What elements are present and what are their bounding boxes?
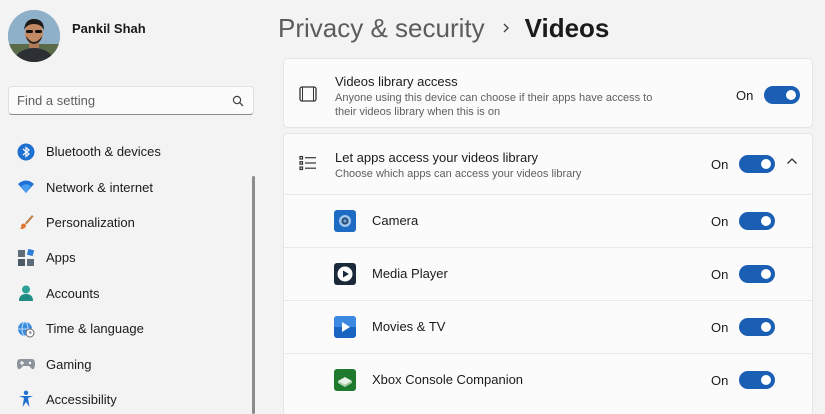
- breadcrumb: Privacy & security Videos: [278, 10, 609, 46]
- sidebar-item-network-internet[interactable]: Network & internet: [8, 169, 254, 204]
- apps-access-toggle[interactable]: [739, 155, 775, 173]
- search-input[interactable]: [17, 93, 231, 108]
- breadcrumb-parent[interactable]: Privacy & security: [278, 13, 485, 44]
- sidebar-item-time-language[interactable]: Time & language: [8, 311, 254, 346]
- app-state: On: [711, 373, 729, 388]
- page-title: Videos: [524, 12, 610, 43]
- camera-toggle[interactable]: [739, 212, 775, 230]
- sidebar-item-label: Network & internet: [46, 179, 153, 195]
- profile-name: Pankil Shah: [72, 20, 146, 36]
- sidebar-item-label: Accounts: [46, 285, 100, 301]
- wifi-icon: [16, 177, 36, 197]
- profile[interactable]: Pankil Shah: [8, 10, 146, 62]
- sidebar-item-label: Apps: [46, 250, 76, 266]
- app-state: On: [711, 214, 729, 229]
- app-row-movies-tv: Movies & TV On: [284, 301, 812, 353]
- bluetooth-icon: [16, 142, 36, 162]
- videos-library-access-description-1: Anyone using this device can choose if t…: [335, 92, 653, 104]
- sidebar-item-label: Bluetooth & devices: [46, 144, 161, 160]
- app-name: Xbox Console Companion: [372, 372, 524, 387]
- chevron-right-icon: [501, 21, 511, 35]
- media-player-app-icon: [334, 263, 356, 285]
- sidebar-item-bluetooth-devices[interactable]: Bluetooth & devices: [8, 134, 254, 169]
- apps-access-header[interactable]: Let apps access your videos library Choo…: [284, 134, 812, 194]
- search-icon[interactable]: [231, 94, 245, 108]
- sidebar-item-gaming[interactable]: Gaming: [8, 346, 254, 381]
- brush-icon: [16, 212, 36, 232]
- videos-library-access-description-2: their videos library when this is on: [335, 106, 501, 118]
- app-row-media-player: Media Player On: [284, 248, 812, 300]
- sidebar-item-label: Time & language: [46, 321, 144, 337]
- movies-tv-app-icon: [334, 316, 356, 338]
- sidebar-item-accessibility[interactable]: Accessibility: [8, 382, 254, 414]
- sidebar-scrollbar[interactable]: [252, 176, 255, 414]
- sidebar-item-personalization[interactable]: Personalization: [8, 205, 254, 240]
- accessibility-icon: [16, 389, 36, 409]
- sidebar-item-accounts[interactable]: Accounts: [8, 276, 254, 311]
- videos-library-access-card: Videos library access Anyone using this …: [283, 58, 813, 128]
- videos-library-icon: [299, 86, 317, 102]
- list-icon: [299, 155, 317, 171]
- sidebar-item-apps[interactable]: Apps: [8, 240, 254, 275]
- sidebar-nav: Bluetooth & devices Network & internet P…: [8, 134, 254, 414]
- videos-library-access-title: Videos library access: [335, 74, 458, 89]
- videos-library-access-state: On: [736, 88, 754, 103]
- apps-access-description: Choose which apps can access your videos…: [335, 168, 582, 180]
- apps-access-state: On: [711, 157, 729, 172]
- xbox-app-icon: [334, 369, 356, 391]
- app-name: Camera: [372, 213, 419, 228]
- sidebar-item-label: Personalization: [46, 214, 135, 230]
- videos-library-access-toggle[interactable]: [764, 86, 800, 104]
- globe-clock-icon: [16, 319, 36, 339]
- account-icon: [16, 283, 36, 303]
- gamepad-icon: [16, 354, 36, 374]
- chevron-up-icon[interactable]: [786, 157, 798, 165]
- sidebar-item-label: Gaming: [46, 356, 92, 372]
- xbox-console-companion-toggle[interactable]: [739, 371, 775, 389]
- media-player-toggle[interactable]: [739, 265, 775, 283]
- sidebar-item-label: Accessibility: [46, 391, 117, 407]
- apps-access-title: Let apps access your videos library: [335, 150, 539, 165]
- apps-icon: [16, 248, 36, 268]
- movies-tv-toggle[interactable]: [739, 318, 775, 336]
- camera-app-icon: [334, 210, 356, 232]
- sidebar: Pankil Shah Bluetooth & devices Network …: [0, 0, 268, 414]
- app-state: On: [711, 320, 729, 335]
- app-row-xbox-console-companion: Xbox Console Companion On: [284, 354, 812, 406]
- app-name: Movies & TV: [372, 319, 446, 334]
- app-row-camera: Camera On: [284, 195, 812, 247]
- search-box[interactable]: [8, 86, 254, 115]
- avatar[interactable]: [8, 10, 60, 62]
- app-name: Media Player: [372, 266, 448, 281]
- app-state: On: [711, 267, 729, 282]
- apps-access-card: Let apps access your videos library Choo…: [283, 133, 813, 414]
